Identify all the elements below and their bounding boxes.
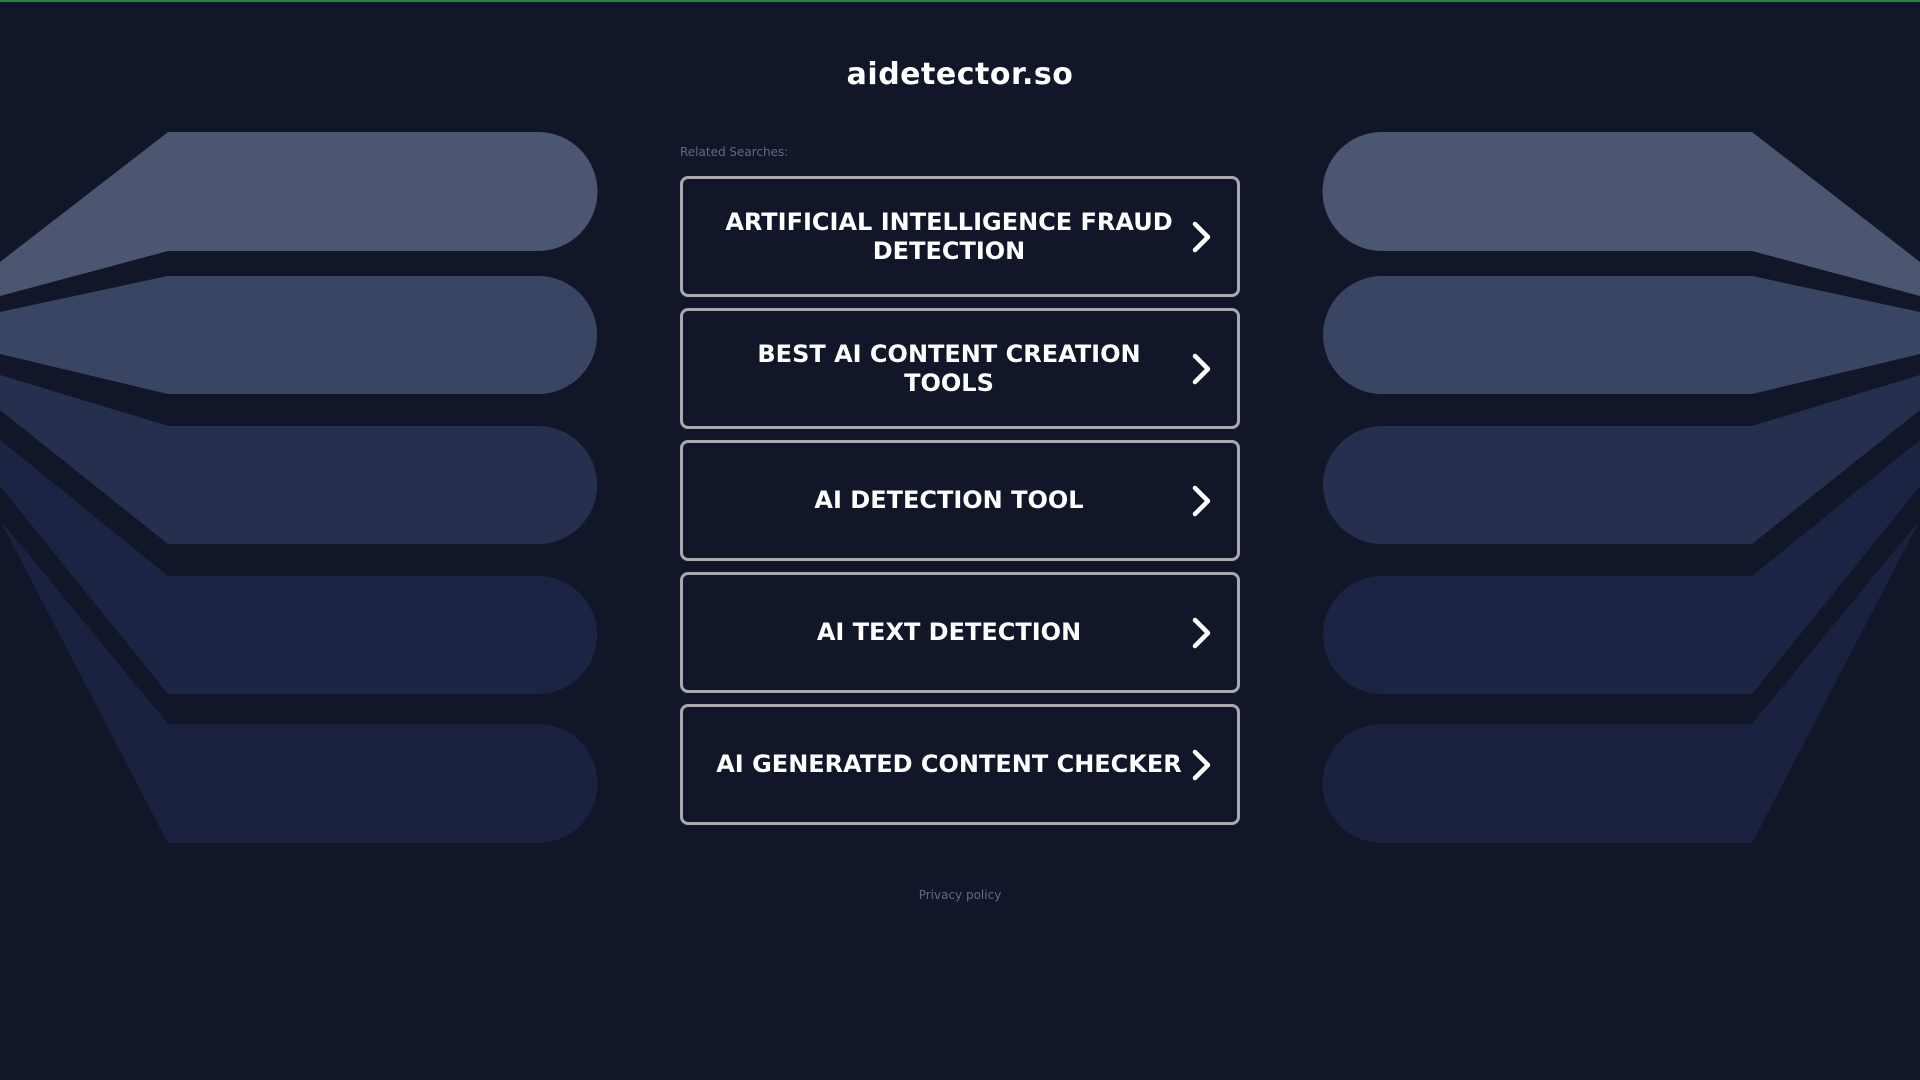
chevron-right-icon	[1192, 221, 1211, 252]
related-search-link[interactable]: AI GENERATED CONTENT CHECKER	[680, 704, 1240, 825]
privacy-policy-link[interactable]: Privacy policy	[0, 888, 1920, 902]
related-search-link[interactable]: AI TEXT DETECTION	[680, 572, 1240, 693]
right-stripes	[1322, 132, 1920, 843]
related-searches-list: ARTIFICIAL INTELLIGENCE FRAUD DETECTION …	[680, 176, 1240, 836]
related-search-label: AI GENERATED CONTENT CHECKER	[716, 750, 1182, 778]
related-search-label: ARTIFICIAL INTELLIGENCE FRAUD DETECTION	[725, 207, 1173, 265]
related-search-link[interactable]: BEST AI CONTENT CREATION TOOLS	[680, 308, 1240, 429]
chevron-right-icon	[1192, 617, 1211, 648]
left-stripe-fills	[0, 276, 598, 843]
chevron-right-icon	[1192, 749, 1211, 780]
related-search-label: AI DETECTION TOOL	[814, 486, 1084, 514]
related-search-link[interactable]: ARTIFICIAL INTELLIGENCE FRAUD DETECTION	[680, 176, 1240, 297]
site-domain-title: aidetector.so	[846, 57, 1074, 92]
related-search-label: AI TEXT DETECTION	[816, 618, 1082, 646]
chevron-right-icon	[1192, 353, 1211, 384]
left-stripe-1	[0, 132, 598, 296]
related-searches-label: Related Searches:	[680, 145, 789, 159]
related-search-label: BEST AI CONTENT CREATION TOOLS	[757, 339, 1141, 397]
related-search-link[interactable]: AI DETECTION TOOL	[680, 440, 1240, 561]
chevron-right-icon	[1192, 485, 1211, 516]
